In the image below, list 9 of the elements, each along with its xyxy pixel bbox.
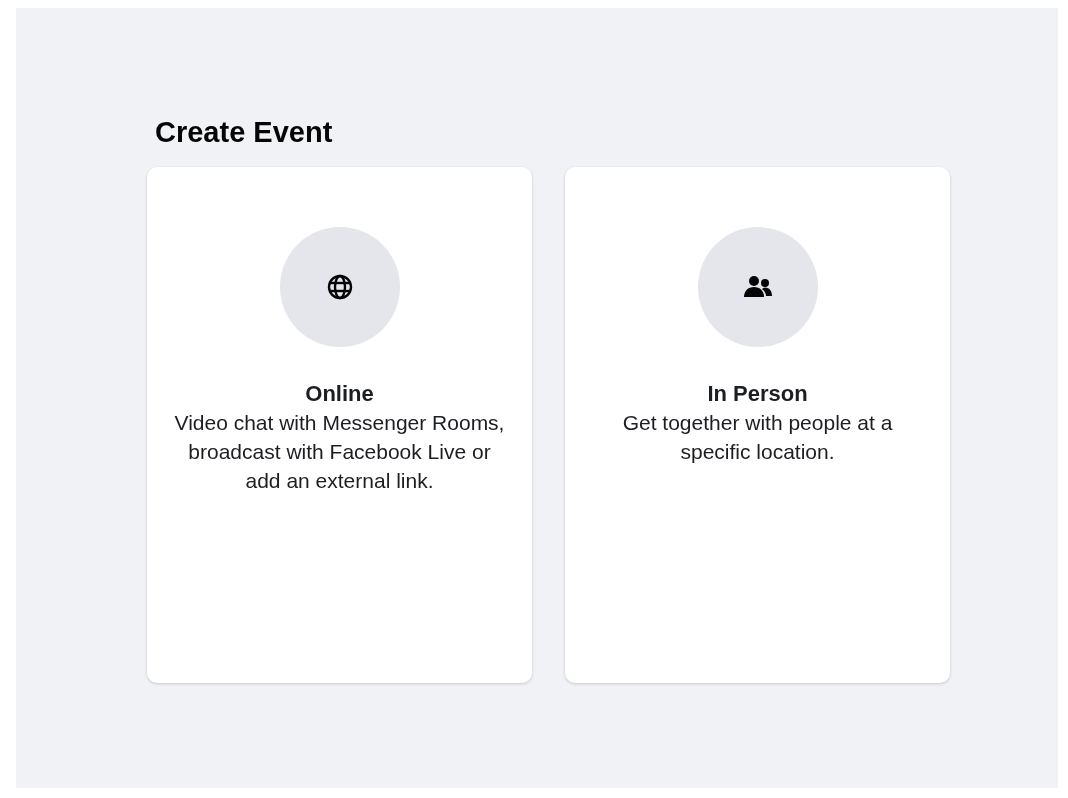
card-title: Online <box>305 380 374 408</box>
card-description: Video chat with Messenger Rooms, broadcast with Facebook Live or add an external link. <box>174 410 505 494</box>
event-type-card[interactable]: Online Video chat with Messenger Rooms, broadcast with Facebook Live or add an external link. <box>147 167 532 683</box>
card-description: Get together with people at a specific location. <box>621 410 894 465</box>
people-icon <box>742 275 773 299</box>
event-type-card[interactable]: In Person Get together with people at a specific location. <box>565 167 950 683</box>
page-title: Create Event <box>155 116 333 149</box>
globe-icon <box>326 274 353 300</box>
card-title: In Person <box>707 380 808 408</box>
